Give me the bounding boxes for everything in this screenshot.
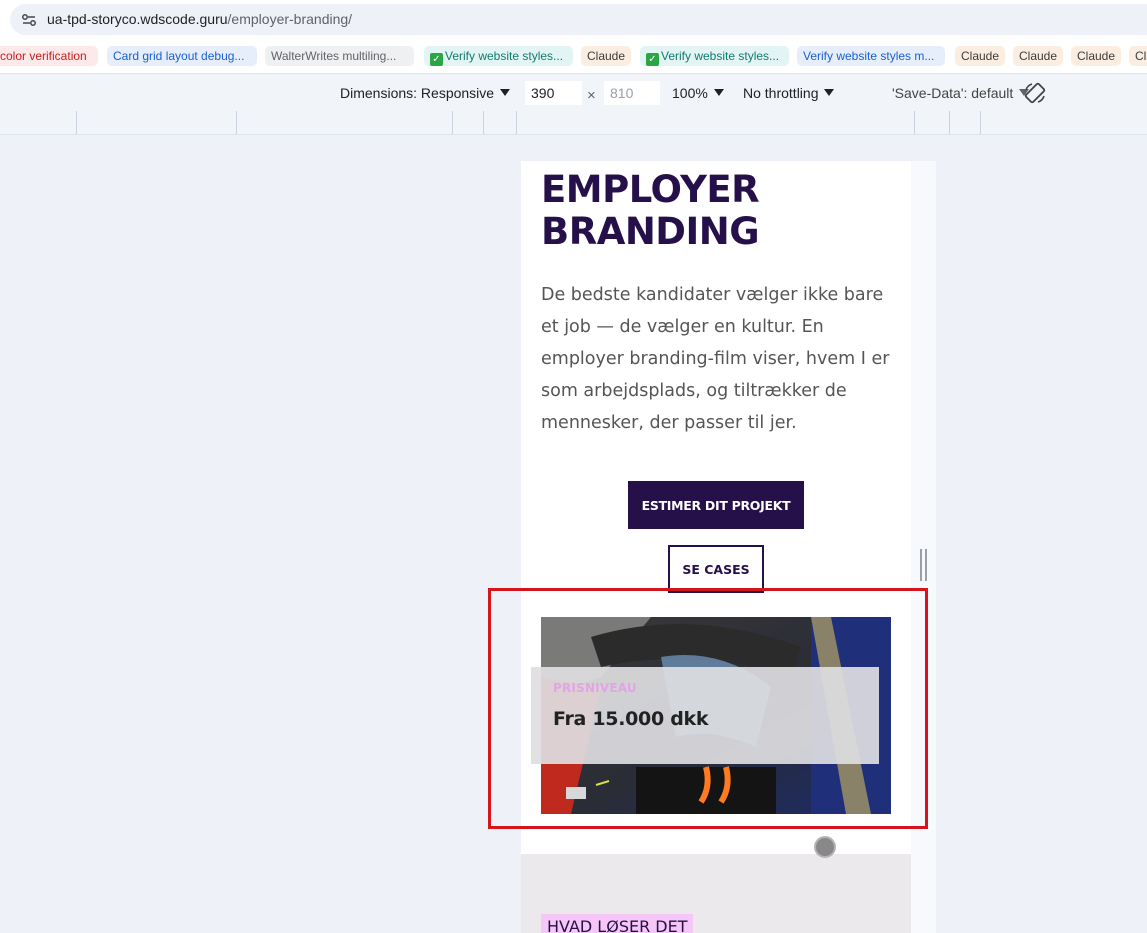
bookmark-item[interactable]: Claude [955,46,1005,66]
site-info-icon[interactable] [19,10,39,30]
ruler-tick[interactable] [516,111,517,134]
viewport-scrollbar-gutter [911,161,936,933]
price-value: Fra 15.000 dkk [553,708,709,730]
bookmark-item[interactable]: Verify website styles m... [797,46,945,66]
bookmark-item[interactable]: Claude [581,46,631,66]
mobile-page: EMPLOYER BRANDING De bedste kandidater v… [521,161,911,933]
checkmark-icon: ✓ [430,53,443,66]
bookmark-item[interactable]: WalterWrites multiling... [265,46,414,66]
bookmark-label: Verify website styles m... [803,49,935,63]
section-tag: HVAD LØSER DET [541,914,694,933]
handle-line [925,549,927,581]
media-query-ruler [0,111,1147,135]
ruler-tick[interactable] [914,111,915,134]
save-data-label: 'Save-Data': default [892,85,1014,101]
handle-line [920,549,922,581]
chevron-down-icon [824,89,835,96]
bookmark-label: Card grid layout debug... [113,49,245,63]
zoom-dropdown[interactable]: 100% [672,85,724,101]
hero-title: EMPLOYER BRANDING [541,168,760,253]
chevron-down-icon [713,89,724,96]
zoom-label: 100% [672,85,708,101]
bookmark-label: Claude [1077,49,1116,63]
times-sign: × [587,87,596,104]
url-text[interactable]: ua-tpd-storyco.wdscode.guru/employer-bra… [47,11,352,27]
ruler-tick[interactable] [76,111,77,134]
dimensions-label: Dimensions: Responsive [340,85,495,101]
bookmark-item[interactable]: Cla [1129,46,1147,66]
rotate-device-icon[interactable] [1023,81,1047,105]
bookmark-label: Verify website styles... [661,49,780,63]
bookmark-item[interactable]: ✓ Verify website styles... [640,46,789,66]
bookmark-label: WalterWrites multiling... [271,49,397,63]
bookmark-item[interactable]: Claude [1013,46,1063,66]
hero-description: De bedste kandidater vælger ikke bare et… [541,285,890,433]
ruler-tick[interactable] [980,111,981,134]
chevron-down-icon [500,89,511,96]
device-toolbar: Dimensions: Responsive × 100% No throttl… [0,75,1147,111]
height-input[interactable] [604,81,660,105]
throttling-label: No throttling [743,85,819,101]
bookmark-item[interactable]: Card grid layout debug... [107,46,257,66]
bookmark-label: Claude [961,49,1000,63]
see-cases-button[interactable]: SE CASES [668,545,764,593]
resize-handle[interactable] [920,549,928,581]
width-input[interactable] [525,81,582,105]
estimate-project-button[interactable]: ESTIMER DIT PROJEKT [628,481,804,529]
bookmarks-bar: color verification Card grid layout debu… [0,40,1147,74]
bookmark-label: Cla [1135,49,1147,63]
bookmark-label: color verification [0,49,87,63]
price-label: PRISNIVEAU [553,681,637,695]
bookmark-item[interactable]: Claude [1071,46,1121,66]
omnibox[interactable]: ua-tpd-storyco.wdscode.guru/employer-bra… [10,4,1147,35]
ruler-tick[interactable] [236,111,237,134]
url-host: ua-tpd-storyco.wdscode.guru [47,11,228,27]
save-data-dropdown[interactable]: 'Save-Data': default [892,85,1030,101]
ruler-tick[interactable] [452,111,453,134]
bookmark-label: Claude [1019,49,1058,63]
bookmark-label: Verify website styles... [445,49,564,63]
address-bar: ua-tpd-storyco.wdscode.guru/employer-bra… [0,0,1147,40]
ruler-tick[interactable] [949,111,950,134]
bookmark-item[interactable]: color verification [0,46,98,66]
bookmark-item[interactable]: ✓ Verify website styles... [424,46,573,66]
touch-cursor-icon [814,836,836,858]
dimensions-dropdown[interactable]: Dimensions: Responsive [340,85,511,101]
bookmark-label: Claude [587,49,626,63]
ruler-tick[interactable] [483,111,484,134]
checkmark-icon: ✓ [646,53,659,66]
url-path: /employer-branding/ [227,11,353,27]
throttling-dropdown[interactable]: No throttling [743,85,835,101]
